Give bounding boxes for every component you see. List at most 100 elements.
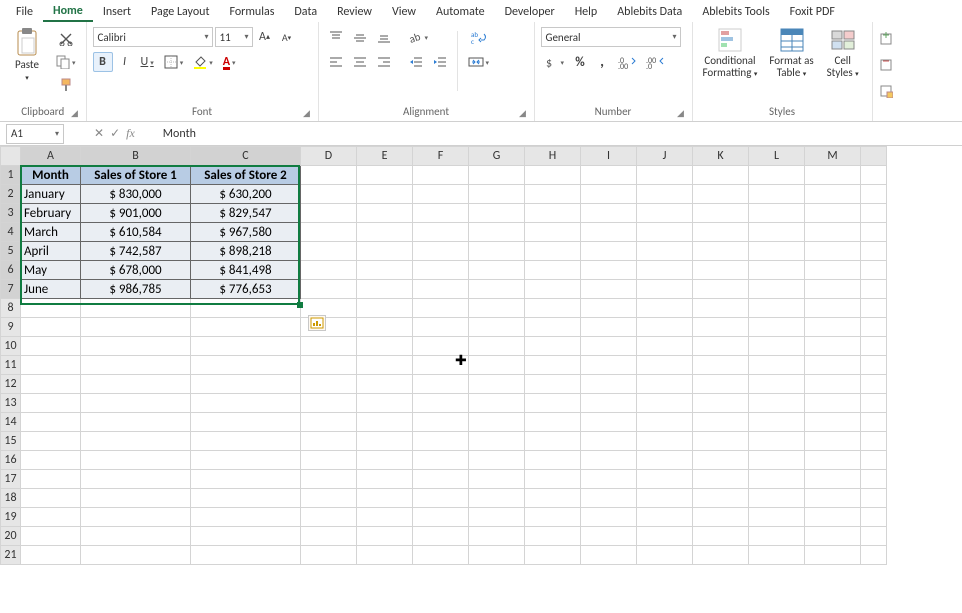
tab-insert[interactable]: Insert xyxy=(93,2,141,21)
cell[interactable] xyxy=(81,413,191,432)
cell[interactable] xyxy=(693,527,749,546)
cell[interactable] xyxy=(749,451,805,470)
cell[interactable] xyxy=(469,280,525,299)
fill-handle[interactable] xyxy=(297,302,303,308)
italic-button[interactable]: I xyxy=(115,52,135,72)
cell[interactable] xyxy=(301,508,357,527)
cell[interactable]: January xyxy=(21,185,81,204)
cell[interactable] xyxy=(861,451,887,470)
tab-ablebits-data[interactable]: Ablebits Data xyxy=(607,2,692,21)
cell[interactable] xyxy=(637,185,693,204)
cell[interactable] xyxy=(693,375,749,394)
row-header[interactable]: 9 xyxy=(1,318,21,337)
cell[interactable] xyxy=(637,527,693,546)
cell[interactable] xyxy=(525,185,581,204)
increase-decimal-button[interactable]: .0.00 xyxy=(614,52,640,72)
cell[interactable] xyxy=(525,242,581,261)
cell[interactable] xyxy=(861,432,887,451)
cell[interactable] xyxy=(581,508,637,527)
cell[interactable]: Month xyxy=(21,166,81,185)
increase-font-button[interactable]: A▴ xyxy=(255,27,275,47)
border-button[interactable]: ▾ xyxy=(160,52,188,72)
cell[interactable] xyxy=(301,280,357,299)
cell[interactable] xyxy=(749,223,805,242)
cell[interactable] xyxy=(413,508,469,527)
cell[interactable] xyxy=(357,470,413,489)
cell[interactable]: $ 986,785 xyxy=(81,280,191,299)
cell[interactable] xyxy=(469,261,525,280)
cell[interactable] xyxy=(525,470,581,489)
cell[interactable] xyxy=(805,204,861,223)
cell[interactable] xyxy=(21,337,81,356)
column-header[interactable]: D xyxy=(301,147,357,166)
tab-automate[interactable]: Automate xyxy=(426,2,495,21)
cell[interactable] xyxy=(469,337,525,356)
cell[interactable] xyxy=(357,337,413,356)
cell[interactable] xyxy=(469,204,525,223)
cell[interactable] xyxy=(805,432,861,451)
cell[interactable] xyxy=(81,527,191,546)
cell[interactable] xyxy=(805,318,861,337)
cell[interactable] xyxy=(413,280,469,299)
cell[interactable] xyxy=(469,546,525,565)
cell[interactable] xyxy=(301,546,357,565)
column-header[interactable]: F xyxy=(413,147,469,166)
row-header[interactable]: 20 xyxy=(1,527,21,546)
row-header[interactable]: 12 xyxy=(1,375,21,394)
cell[interactable] xyxy=(749,204,805,223)
align-center-button[interactable] xyxy=(349,52,371,72)
column-header[interactable]: G xyxy=(469,147,525,166)
cell[interactable] xyxy=(469,223,525,242)
cell[interactable] xyxy=(413,451,469,470)
row-header[interactable]: 15 xyxy=(1,432,21,451)
cell[interactable] xyxy=(749,508,805,527)
cell[interactable] xyxy=(525,337,581,356)
conditional-formatting-button[interactable]: Conditional Formatting ▾ xyxy=(699,25,762,80)
cell[interactable] xyxy=(413,489,469,508)
cell[interactable] xyxy=(637,375,693,394)
cell[interactable] xyxy=(693,337,749,356)
cell[interactable] xyxy=(357,204,413,223)
cell[interactable] xyxy=(693,394,749,413)
cell[interactable] xyxy=(637,299,693,318)
cell[interactable] xyxy=(805,299,861,318)
cell[interactable] xyxy=(191,375,301,394)
cell[interactable] xyxy=(861,337,887,356)
number-launcher[interactable]: ◢ xyxy=(676,108,686,118)
column-header[interactable]: J xyxy=(637,147,693,166)
cell[interactable] xyxy=(861,508,887,527)
cell[interactable] xyxy=(637,166,693,185)
cell[interactable] xyxy=(861,223,887,242)
cell[interactable] xyxy=(357,261,413,280)
cell[interactable] xyxy=(693,223,749,242)
cell[interactable] xyxy=(81,508,191,527)
cell[interactable]: $ 830,000 xyxy=(81,185,191,204)
cell[interactable] xyxy=(525,356,581,375)
cell[interactable] xyxy=(805,356,861,375)
cell[interactable] xyxy=(301,413,357,432)
cell[interactable] xyxy=(581,527,637,546)
clipboard-launcher[interactable]: ◢ xyxy=(70,108,80,118)
row-header[interactable]: 13 xyxy=(1,394,21,413)
cell[interactable] xyxy=(805,185,861,204)
align-right-button[interactable] xyxy=(373,52,395,72)
cell[interactable]: $ 776,653 xyxy=(191,280,301,299)
cell[interactable] xyxy=(637,413,693,432)
cell[interactable] xyxy=(301,337,357,356)
cell[interactable] xyxy=(581,166,637,185)
cell[interactable]: March xyxy=(21,223,81,242)
cell[interactable] xyxy=(749,280,805,299)
cell[interactable] xyxy=(861,204,887,223)
cell[interactable] xyxy=(637,451,693,470)
fill-color-button[interactable]: ▾ xyxy=(189,52,217,72)
delete-cells-button[interactable] xyxy=(875,55,897,75)
cell[interactable] xyxy=(469,185,525,204)
cell[interactable] xyxy=(301,394,357,413)
cell[interactable] xyxy=(469,489,525,508)
cell[interactable] xyxy=(413,318,469,337)
cell[interactable] xyxy=(525,204,581,223)
cell[interactable] xyxy=(805,166,861,185)
cell[interactable] xyxy=(81,470,191,489)
cell[interactable] xyxy=(21,299,81,318)
enter-formula-button[interactable]: ✓ xyxy=(110,126,120,141)
